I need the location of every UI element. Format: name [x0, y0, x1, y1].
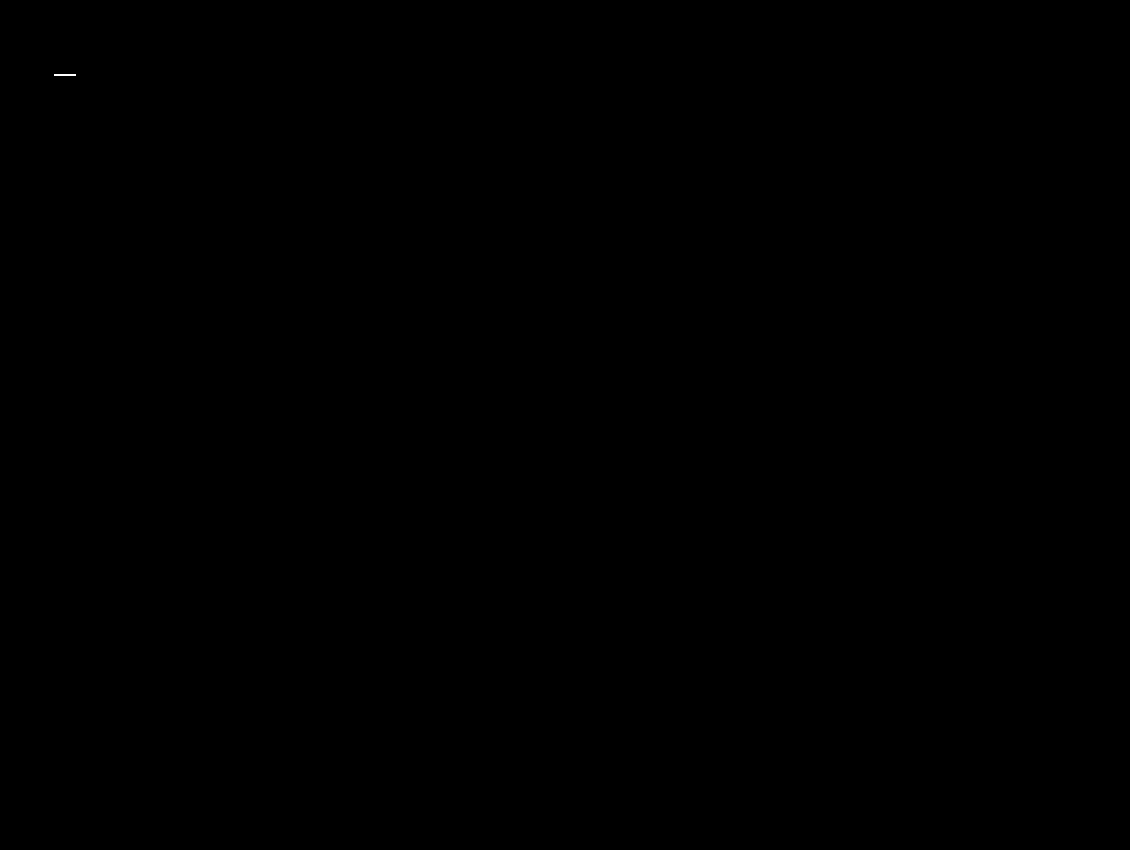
- colorbar: [54, 74, 76, 76]
- albedo-map-screen: [0, 0, 1130, 850]
- coastline-layer: [0, 0, 1130, 850]
